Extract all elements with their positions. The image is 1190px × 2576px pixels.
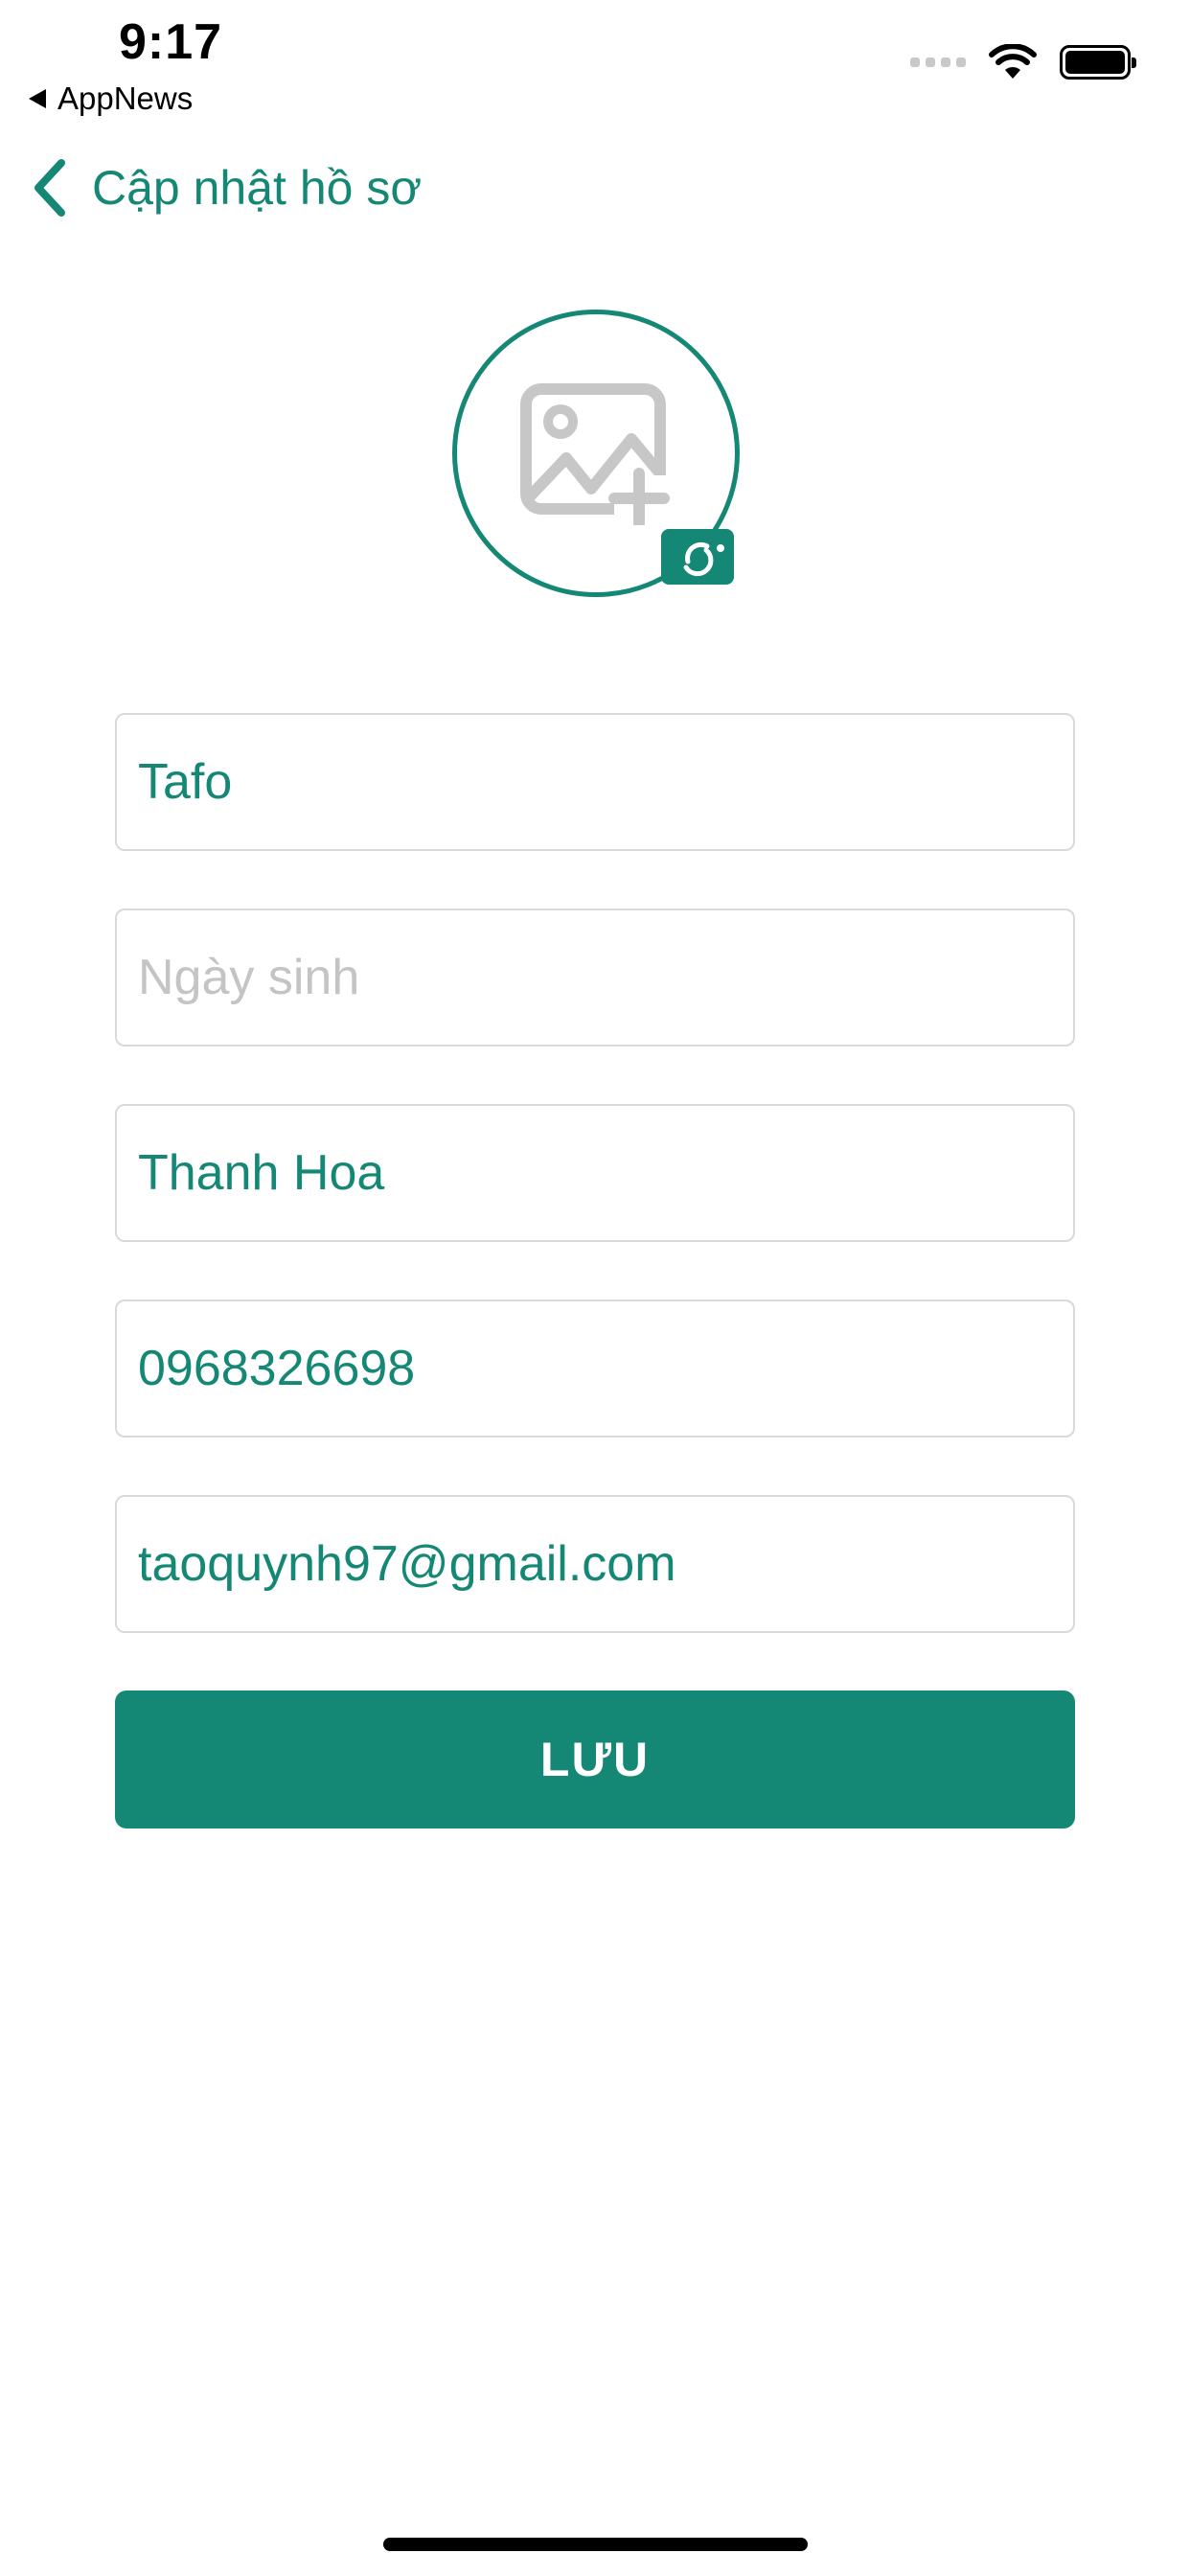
page-title: Cập nhật hồ sơ	[92, 161, 423, 215]
status-time: 9:17	[119, 14, 223, 70]
back-triangle-icon	[29, 89, 46, 108]
name-field-wrapper	[115, 713, 1075, 851]
birthday-field-wrapper	[115, 908, 1075, 1046]
name-input[interactable]	[138, 753, 1052, 811]
signal-bars-icon	[910, 58, 966, 67]
back-button[interactable]: Cập nhật hồ sơ	[29, 153, 422, 222]
phone-field-wrapper	[115, 1300, 1075, 1438]
email-field-wrapper	[115, 1495, 1075, 1633]
battery-icon	[1060, 45, 1136, 80]
phone-input[interactable]	[138, 1340, 1052, 1397]
chevron-left-icon	[34, 159, 65, 217]
birthday-input[interactable]	[138, 949, 1052, 1006]
camera-rotate-icon	[682, 525, 724, 577]
wifi-icon	[989, 44, 1037, 79]
image-add-icon	[520, 383, 672, 525]
home-indicator[interactable]	[383, 2538, 808, 2551]
camera-button[interactable]	[661, 525, 734, 585]
save-button[interactable]: LƯU	[115, 1690, 1075, 1828]
status-indicators	[910, 44, 1136, 80]
address-field-wrapper	[115, 1104, 1075, 1242]
address-input[interactable]	[138, 1144, 1052, 1202]
back-app-label: AppNews	[57, 80, 194, 116]
email-input[interactable]	[138, 1535, 1052, 1593]
profile-form	[115, 713, 1075, 1690]
back-to-app-link[interactable]: AppNews	[29, 80, 193, 117]
